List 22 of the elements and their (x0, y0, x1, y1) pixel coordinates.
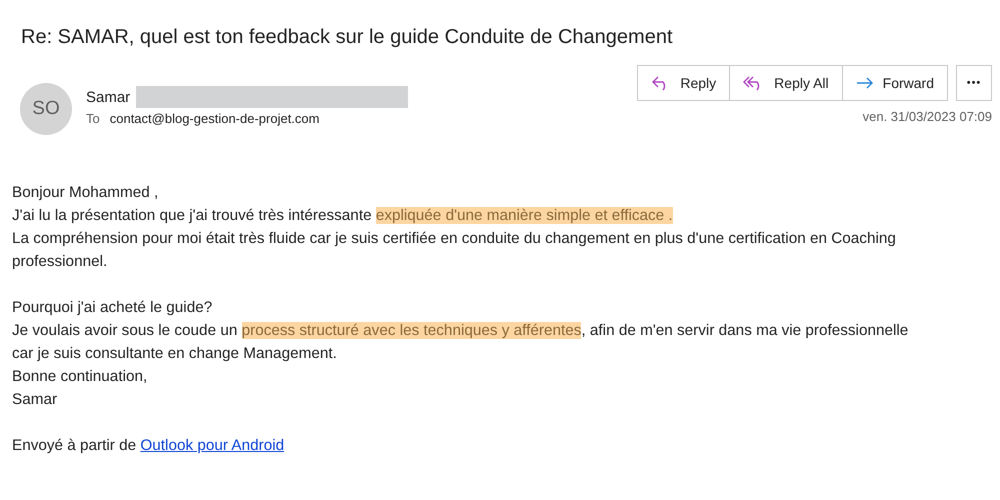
message-line: Je voulais avoir sous le coude un process structuré avec les techniques y afférentes, afin de m'en servir dans ma vie professionnelle (12, 321, 910, 341)
message-line: Samar (12, 390, 58, 410)
message-line: professionnel. (12, 252, 108, 272)
recipient-address: contact@blog-gestion-de-projet.com (110, 111, 320, 126)
message-line: Bonne continuation, (12, 367, 148, 387)
to-label: To (86, 111, 100, 126)
message-line: car je suis consultante en change Management. (12, 344, 338, 364)
message-line: Bonjour Mohammed , (12, 183, 160, 203)
email-date: ven. 31/03/2023 07:09 (862, 109, 992, 124)
email-subject: Re: SAMAR, quel est ton feedback sur le guide Conduite de Changement (21, 26, 674, 49)
message-line: La compréhension pour moi était très fluide car je suis certifiée en conduite du changement en plus d'une certification en Coaching (12, 229, 897, 249)
sender-name: Samar (86, 88, 130, 106)
message-line: Pourquoi j'ai acheté le guide? (12, 298, 214, 318)
reply-all-button[interactable]: Reply All (729, 65, 843, 101)
more-button[interactable]: ••• (956, 65, 992, 101)
message-line: J'ai lu la présentation que j'ai trouvé très intéressante expliquée d'une manière simple et efficace . (12, 206, 674, 226)
reply-button[interactable]: Reply (637, 65, 730, 101)
outlook-link[interactable]: Outlook pour Android (140, 437, 284, 454)
forward-arrow-icon (856, 76, 874, 90)
forward-button[interactable]: Forward (842, 65, 948, 101)
signature-text: Envoyé à partir de Outlook pour Android (12, 436, 286, 456)
avatar: SO (20, 83, 72, 135)
